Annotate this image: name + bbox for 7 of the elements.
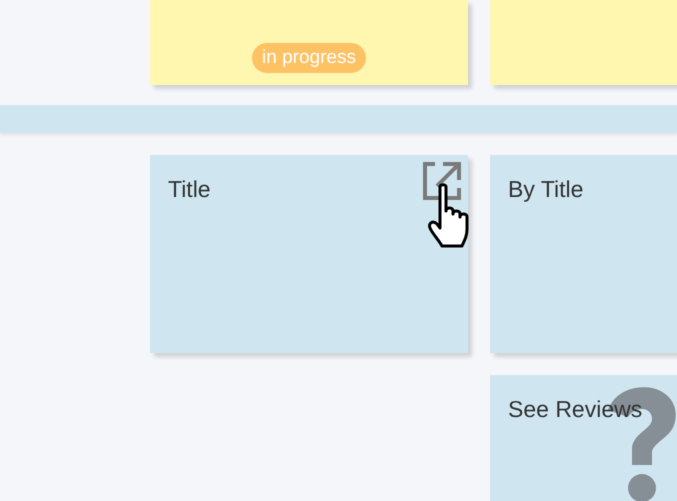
card-title: By Title [508, 175, 584, 203]
expand-icon[interactable] [421, 160, 463, 202]
status-badge: in progress [252, 43, 366, 73]
card-title: Title [168, 175, 212, 203]
story-card[interactable]: By Title [490, 155, 677, 353]
card-title: See Reviews [508, 395, 644, 423]
story-card[interactable]: Title [150, 155, 468, 353]
